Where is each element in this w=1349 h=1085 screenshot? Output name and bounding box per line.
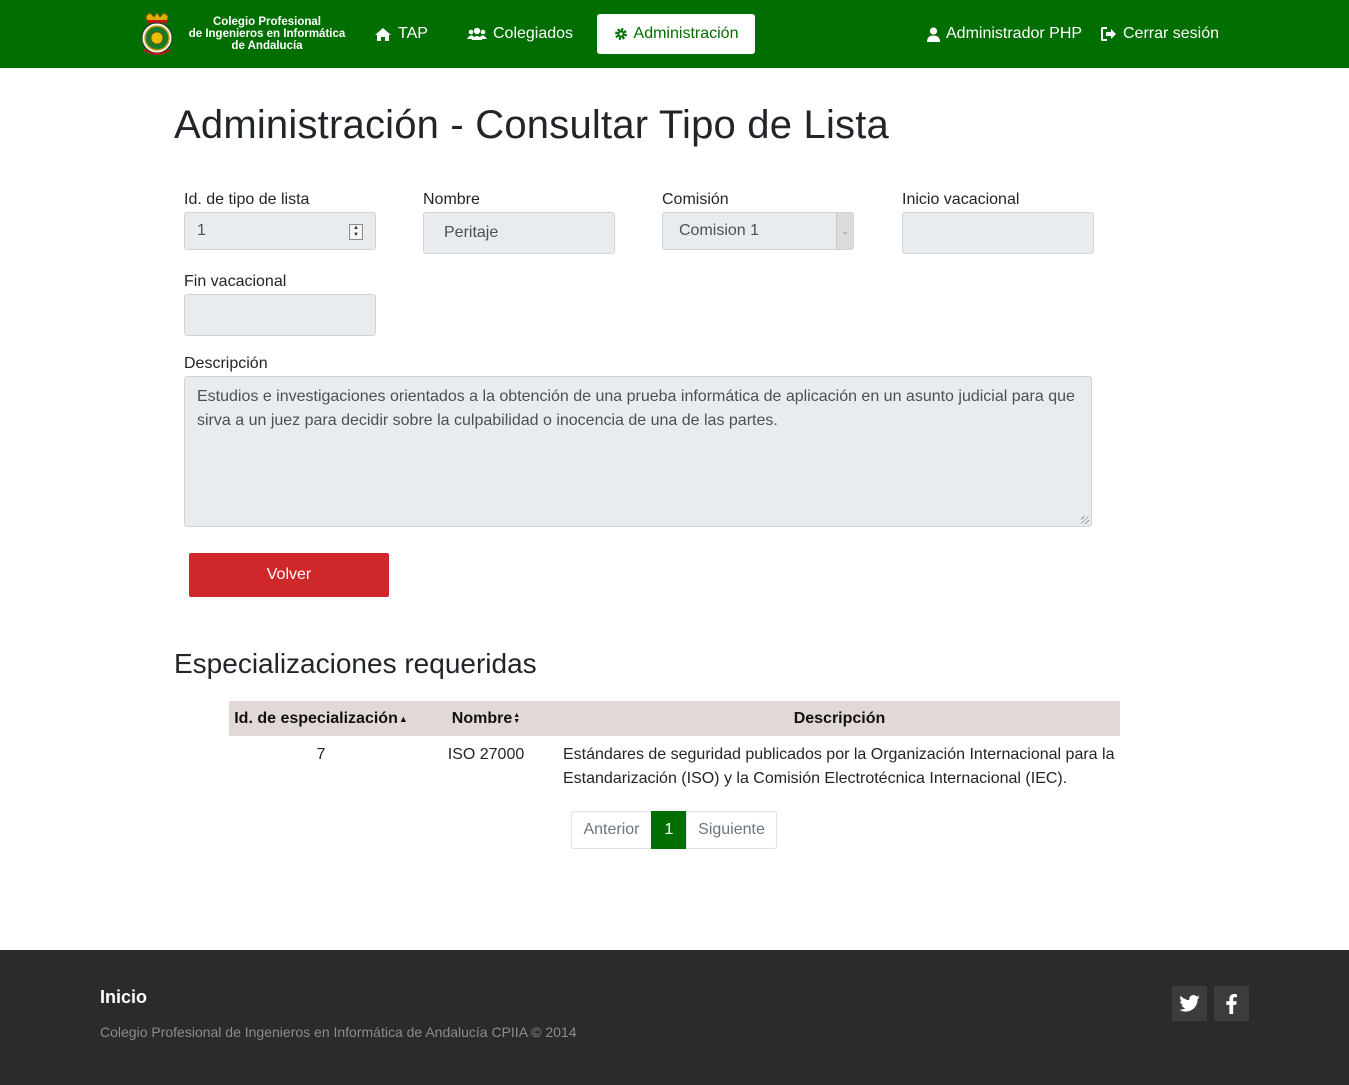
th-nombre[interactable]: Nombre ▲ ▼ bbox=[413, 701, 559, 736]
resize-grip-icon[interactable] bbox=[1081, 516, 1089, 524]
brand-line-3: de Andalucía bbox=[231, 40, 303, 52]
especializaciones-table: Id. de especialización ▲ Nombre ▲ ▼ Descr… bbox=[229, 701, 1120, 791]
nav-colegiados[interactable]: Colegiados bbox=[467, 14, 573, 54]
number-spinner-icon[interactable]: ▲ ▼ bbox=[349, 224, 363, 240]
twitter-icon bbox=[1179, 995, 1200, 1012]
users-icon bbox=[467, 27, 487, 41]
nav-admin-label: Administración bbox=[633, 25, 739, 42]
nav-logout[interactable]: Cerrar sesión bbox=[1101, 14, 1219, 54]
cell-nombre: ISO 27000 bbox=[447, 746, 525, 763]
id-tipo-lista-label: Id. de tipo de lista bbox=[184, 191, 310, 208]
especializaciones-title: Especializaciones requeridas bbox=[174, 648, 537, 679]
cpiia-logo bbox=[141, 12, 173, 55]
twitter-button[interactable] bbox=[1172, 986, 1207, 1021]
navbar: Colegio Profesional de Ingenieros en Inf… bbox=[0, 0, 1349, 68]
nav-logout-label: Cerrar sesión bbox=[1123, 25, 1220, 42]
chevron-down-icon: ⌄ bbox=[836, 213, 853, 249]
nav-colegiados-label: Colegiados bbox=[493, 25, 574, 42]
facebook-button[interactable] bbox=[1214, 986, 1249, 1021]
footer: Inicio Colegio Profesional de Ingenieros… bbox=[0, 950, 1349, 1085]
nav-tap[interactable]: TAP bbox=[374, 14, 428, 54]
nav-administracion[interactable]: Administración bbox=[597, 14, 755, 54]
nav-user-label: Administrador PHP bbox=[946, 25, 1083, 42]
cell-id: 7 bbox=[316, 746, 326, 763]
facebook-icon bbox=[1226, 993, 1237, 1014]
brand-line-1: Colegio Profesional bbox=[213, 16, 321, 28]
descripcion-textarea[interactable]: Estudios e investigaciones orientados a … bbox=[184, 376, 1092, 527]
th-nombre-label: Nombre bbox=[451, 709, 513, 727]
inicio-vacacional-label: Inicio vacacional bbox=[902, 191, 1020, 208]
comision-select[interactable]: Comision 1 ⌄ bbox=[662, 212, 854, 250]
descripcion-label: Descripción bbox=[184, 355, 268, 372]
descripcion-value: Estudios e investigaciones orientados a … bbox=[197, 388, 1075, 429]
fin-vacacional-input[interactable] bbox=[184, 294, 376, 336]
home-icon bbox=[374, 27, 392, 42]
th-descripcion: Descripción bbox=[559, 701, 1120, 736]
sign-out-icon bbox=[1101, 27, 1117, 41]
user-icon bbox=[927, 26, 940, 42]
sort-asc-icon: ▲ bbox=[398, 713, 408, 724]
comision-label: Comisión bbox=[662, 191, 729, 208]
id-tipo-lista-input[interactable]: 1 ▲ ▼ bbox=[184, 212, 376, 250]
table-row: 7 ISO 27000 Estándares de seguridad publ… bbox=[229, 736, 1120, 791]
nav-user[interactable]: Administrador PHP bbox=[927, 14, 1082, 54]
inicio-vacacional-input[interactable] bbox=[902, 212, 1094, 254]
comision-value: Comision 1 bbox=[679, 222, 760, 239]
th-id-especializacion[interactable]: Id. de especialización ▲ bbox=[229, 701, 413, 736]
nombre-value: Peritaje bbox=[444, 224, 499, 241]
th-id-label: Id. de especialización bbox=[234, 709, 398, 727]
brand[interactable]: Colegio Profesional de Ingenieros en Inf… bbox=[136, 12, 351, 56]
table-header: Id. de especialización ▲ Nombre ▲ ▼ Descr… bbox=[229, 701, 1120, 736]
page-title: Administración - Consultar Tipo de Lista bbox=[174, 103, 889, 147]
nombre-label: Nombre bbox=[423, 191, 480, 208]
volver-button[interactable]: Volver bbox=[189, 553, 389, 597]
fin-vacacional-label: Fin vacacional bbox=[184, 273, 287, 290]
cell-descripcion: Estándares de seguridad publicados por l… bbox=[563, 746, 1115, 787]
id-tipo-lista-value: 1 bbox=[197, 222, 206, 239]
footer-inicio-link[interactable]: Inicio bbox=[100, 987, 147, 1008]
pagination-page-1[interactable]: 1 bbox=[651, 811, 687, 849]
th-descripcion-label: Descripción bbox=[793, 709, 886, 727]
footer-copyright: Colegio Profesional de Ingenieros en Inf… bbox=[100, 1024, 577, 1040]
pagination: Anterior 1 Siguiente bbox=[571, 811, 777, 849]
sort-icon: ▲ ▼ bbox=[513, 711, 521, 725]
pagination-prev[interactable]: Anterior bbox=[571, 811, 652, 849]
gear-icon bbox=[614, 27, 628, 41]
brand-line-2: de Ingenieros en Informática bbox=[188, 28, 346, 40]
nav-tap-label: TAP bbox=[398, 25, 428, 42]
nombre-input[interactable]: Peritaje bbox=[423, 212, 615, 254]
pagination-next[interactable]: Siguiente bbox=[686, 811, 777, 849]
